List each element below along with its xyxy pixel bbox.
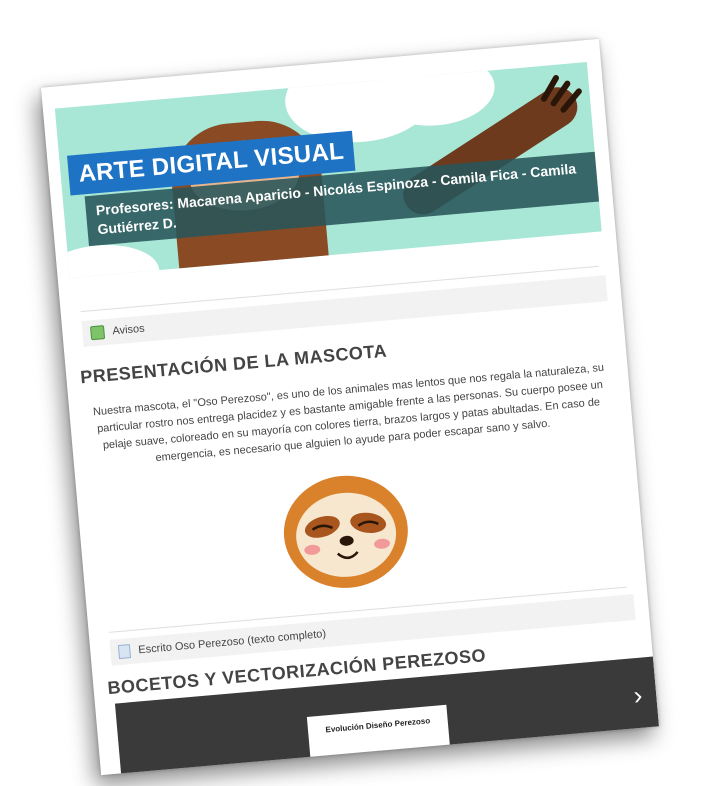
section-title-mascota: PRESENTACIÓN DE LA MASCOTA: [79, 340, 388, 388]
forum-icon: [89, 325, 106, 341]
tilted-page: ARTE DIGITAL VISUAL Profesores: Macarena…: [40, 38, 660, 776]
cloud-decoration: [54, 240, 162, 278]
document-link-label: Escrito Oso Perezoso (texto completo): [137, 627, 327, 657]
course-banner: ARTE DIGITAL VISUAL Profesores: Macarena…: [54, 62, 602, 278]
avisos-label: Avisos: [111, 322, 146, 338]
slide-thumbnail: Evolución Diseño Perezoso: [306, 704, 454, 776]
avisos-link[interactable]: Avisos: [81, 275, 608, 347]
document-icon: [117, 644, 132, 660]
chevron-right-icon[interactable]: ›: [632, 680, 643, 712]
sloth-mascot-image: [283, 475, 408, 588]
